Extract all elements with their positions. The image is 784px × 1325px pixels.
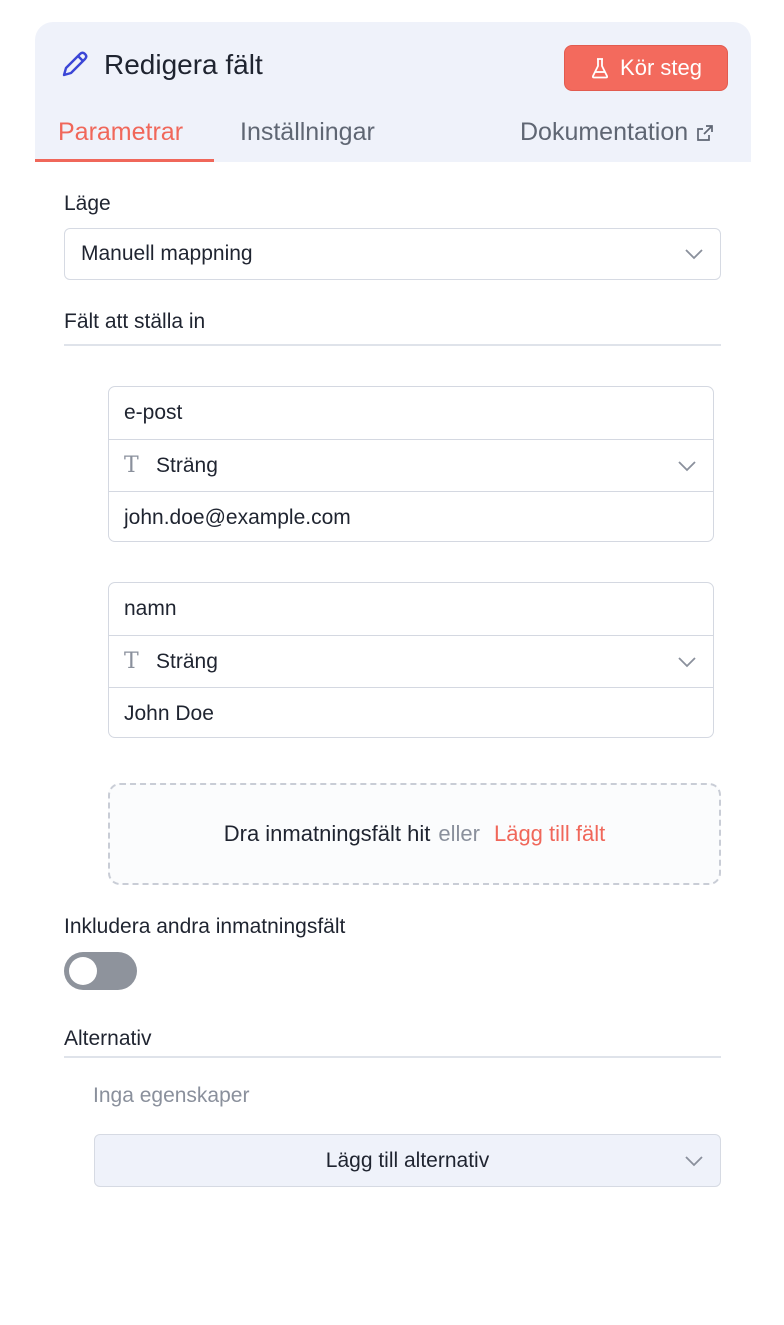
chevron-down-icon bbox=[678, 460, 696, 471]
field-dropzone[interactable]: Dra inmatningsfält hit eller Lägg till f… bbox=[108, 783, 721, 885]
pencil-icon bbox=[62, 51, 88, 77]
section-divider bbox=[64, 344, 721, 346]
tab-documentation[interactable]: Dokumentation bbox=[520, 118, 714, 147]
field-value-text: John Doe bbox=[124, 701, 214, 725]
no-properties-text: Inga egenskaper bbox=[93, 1084, 250, 1107]
field-name-input[interactable]: e-post bbox=[109, 387, 713, 439]
field-type-value: Sträng bbox=[156, 649, 218, 673]
fields-section-label: Fält att ställa in bbox=[64, 310, 206, 333]
field-value-input[interactable]: john.doe@example.com bbox=[109, 491, 713, 541]
mode-value: Manuell mappning bbox=[81, 242, 253, 265]
panel-header: Redigera fält Kör steg Parametrar Instäl… bbox=[35, 22, 751, 162]
dropzone-text: Dra inmatningsfält hit bbox=[223, 821, 431, 846]
mode-label: Läge bbox=[64, 192, 111, 215]
mode-select[interactable]: Manuell mappning bbox=[64, 228, 721, 280]
options-section-label: Alternativ bbox=[64, 1027, 152, 1050]
text-type-icon: T bbox=[124, 649, 139, 674]
field-type-select[interactable]: T Sträng bbox=[109, 635, 713, 687]
active-tab-indicator bbox=[35, 159, 214, 162]
field-type-select[interactable]: T Sträng bbox=[109, 439, 713, 491]
field-name-input[interactable]: namn bbox=[109, 583, 713, 635]
section-divider bbox=[64, 1056, 721, 1058]
field-value-text: john.doe@example.com bbox=[124, 505, 351, 529]
text-type-icon: T bbox=[124, 453, 139, 478]
flask-icon bbox=[592, 58, 609, 79]
toggle-knob bbox=[69, 957, 97, 985]
add-option-label: Lägg till alternativ bbox=[325, 1148, 490, 1172]
tab-parameters[interactable]: Parametrar bbox=[58, 118, 183, 147]
page-title: Redigera fält bbox=[104, 49, 263, 80]
chevron-down-icon bbox=[685, 1155, 703, 1166]
add-field-link[interactable]: Lägg till fält bbox=[494, 821, 605, 847]
add-option-button[interactable]: Lägg till alternativ bbox=[94, 1134, 721, 1187]
dropzone-or-text: eller bbox=[438, 821, 480, 846]
field-type-value: Sträng bbox=[156, 453, 218, 477]
chevron-down-icon bbox=[685, 249, 703, 260]
field-value-input[interactable]: John Doe bbox=[109, 687, 713, 737]
include-other-toggle[interactable] bbox=[64, 952, 137, 990]
tab-documentation-label: Dokumentation bbox=[520, 118, 689, 146]
field-card: namn T Sträng John Doe bbox=[108, 582, 714, 738]
field-card: e-post T Sträng john.doe@example.com bbox=[108, 386, 714, 542]
include-other-label: Inkludera andra inmatningsfält bbox=[64, 915, 346, 938]
chevron-down-icon bbox=[678, 656, 696, 667]
tab-bar: Parametrar Inställningar Dokumentation bbox=[35, 110, 751, 162]
tab-settings[interactable]: Inställningar bbox=[240, 118, 375, 147]
external-link-icon bbox=[697, 124, 714, 141]
field-name-value: namn bbox=[124, 597, 177, 620]
run-step-button[interactable]: Kör steg bbox=[564, 45, 728, 91]
field-name-value: e-post bbox=[124, 401, 183, 424]
run-step-label: Kör steg bbox=[620, 55, 702, 80]
